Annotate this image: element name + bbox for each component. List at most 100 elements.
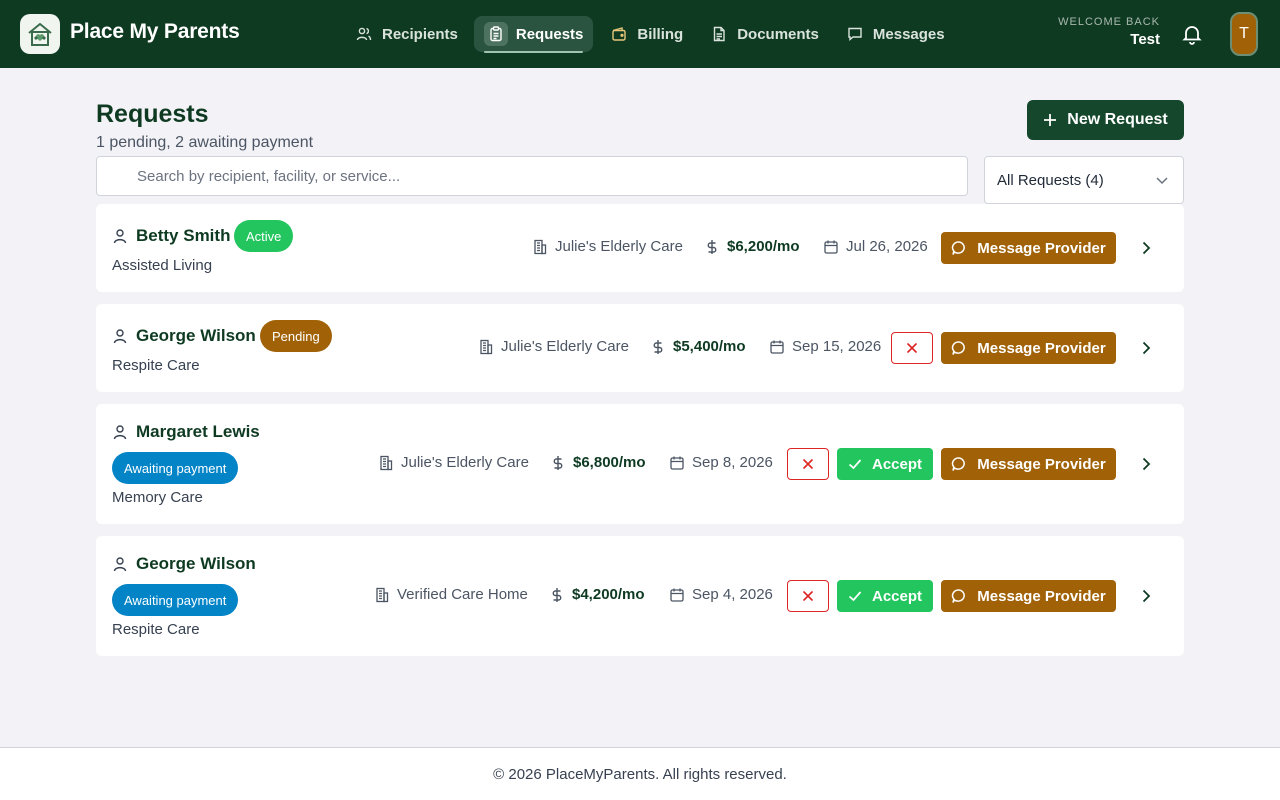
message-provider-button[interactable]: Message Provider [941,448,1116,480]
document-icon [714,26,725,42]
bell-icon[interactable] [1180,22,1204,46]
price-value: $4,200/mo [572,586,645,603]
calendar-icon [824,240,838,254]
chevron-down-icon [1156,177,1168,185]
user-name: Test [1130,31,1160,48]
date: Sep 8, 2026 [669,454,773,471]
accept-button[interactable]: Accept [837,580,933,612]
chevron-right-icon[interactable] [1136,338,1156,358]
nav-messages[interactable]: Messages [835,16,955,52]
message-provider-label: Message Provider [977,455,1106,473]
recipient-name: George Wilson [136,554,256,573]
facility: Julie's Elderly Care [532,238,683,255]
date-value: Sep 8, 2026 [692,454,773,471]
status-badge: Pending [260,320,332,352]
nav-recipients[interactable]: Recipients [344,16,468,52]
date-value: Jul 26, 2026 [846,238,928,255]
facility: Julie's Elderly Care [478,338,629,355]
nav-documents[interactable]: Documents [699,16,829,52]
facility: Julie's Elderly Care [378,454,529,471]
message-provider-button[interactable]: Message Provider [941,232,1116,264]
top-navbar: Place My Parents Recipients Requests Bil… [0,0,1280,68]
logo[interactable] [20,14,60,54]
request-card[interactable]: Betty Smith Active Assisted Living Julie… [96,204,1184,292]
calendar-icon [670,456,684,470]
person-icon [113,229,127,244]
accept-label: Accept [871,587,923,605]
message-provider-label: Message Provider [977,239,1106,257]
date: Sep 15, 2026 [769,338,881,355]
person-icon [113,425,127,440]
status-badge: Awaiting payment [112,452,239,484]
accept-label: Accept [871,455,923,473]
request-card[interactable]: George Wilson Pending Respite Care Julie… [96,304,1184,392]
chat-icon [848,27,862,41]
price: $6,200/mo [704,238,800,255]
close-icon [802,458,814,470]
person-icon [113,329,127,344]
request-card[interactable]: George Wilson Awaiting payment Respite C… [96,536,1184,656]
accept-button[interactable]: Accept [837,448,933,480]
price-value: $6,200/mo [727,238,800,255]
footer: © 2026 PlaceMyParents. All rights reserv… [0,747,1280,800]
status-badge: Awaiting payment [112,584,239,616]
search-input[interactable] [96,156,968,196]
footer-text: © 2026 PlaceMyParents. All rights reserv… [493,765,787,783]
care-type: Assisted Living [112,257,213,274]
chevron-right-icon[interactable] [1136,586,1156,606]
facility-name: Julie's Elderly Care [555,238,683,255]
dollar-icon [707,239,717,254]
page-subtitle: 1 pending, 2 awaiting payment [96,134,314,151]
plus-icon [1044,114,1057,126]
nav-billing[interactable]: Billing [599,16,693,52]
nav-label: Requests [515,25,584,43]
recipient-name: Betty Smith [136,226,231,245]
message-provider-label: Message Provider [977,587,1106,605]
nav-label: Documents [737,25,819,43]
price: $6,800/mo [550,454,646,471]
request-card[interactable]: Margaret Lewis Awaiting payment Memory C… [96,404,1184,524]
nav-requests[interactable]: Requests [473,16,594,53]
care-type: Respite Care [112,621,200,638]
chat-bubble-icon [952,341,966,355]
care-type: Memory Care [112,489,203,506]
check-icon [848,459,862,470]
chevron-right-icon[interactable] [1136,454,1156,474]
chat-bubble-icon [952,241,966,255]
nav-label: Messages [872,25,945,43]
close-icon [802,590,814,602]
recipient-name: George Wilson [136,326,256,345]
nav-label: Billing [637,25,684,43]
welcome-label: WELCOME BACK [1058,16,1160,28]
message-provider-button[interactable]: Message Provider [941,332,1116,364]
check-icon [848,591,862,602]
price: $4,200/mo [549,586,645,603]
main-nav: Recipients Requests Billing Documents Me… [344,16,955,53]
facility-name: Julie's Elderly Care [501,338,629,355]
calendar-icon [770,340,784,354]
chat-bubble-icon [952,457,966,471]
building-icon [534,239,547,254]
price: $5,400/mo [650,338,746,355]
price-value: $5,400/mo [673,338,746,355]
message-provider-button[interactable]: Message Provider [941,580,1116,612]
filter-select[interactable]: All Requests (4) [984,156,1184,204]
recipient-name: Margaret Lewis [136,422,260,441]
avatar[interactable]: T [1230,12,1258,56]
date: Sep 4, 2026 [669,586,773,603]
date-value: Sep 15, 2026 [792,338,882,355]
clipboard-icon [490,26,502,42]
chevron-right-icon[interactable] [1136,238,1156,258]
welcome-block: WELCOME BACK Test [1058,16,1160,48]
decline-button[interactable] [787,580,829,612]
decline-button[interactable] [891,332,933,364]
facility-name: Verified Care Home [397,586,528,603]
decline-button[interactable] [787,448,829,480]
wallet-icon [612,27,627,41]
new-request-button[interactable]: New Request [1027,100,1184,140]
brand-name[interactable]: Place My Parents [70,20,240,44]
status-badge: Active [234,220,294,252]
facility: Verified Care Home [374,586,528,603]
date: Jul 26, 2026 [823,238,928,255]
calendar-icon [670,588,684,602]
